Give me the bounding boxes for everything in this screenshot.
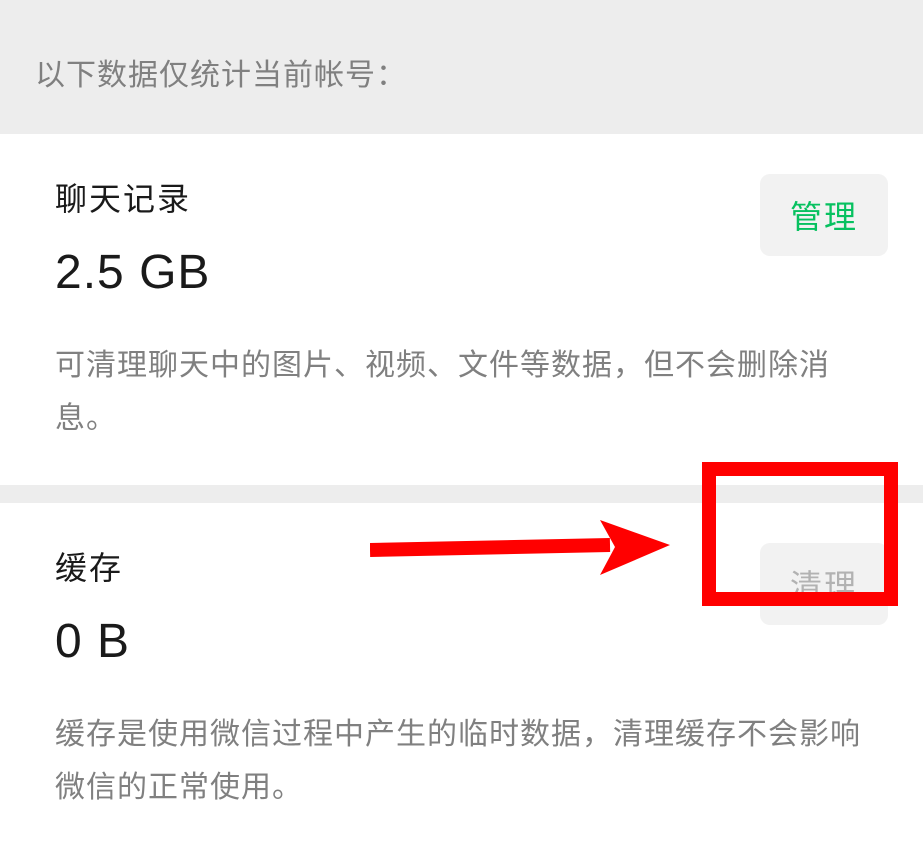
chat-history-left: 聊天记录 2.5 GB (55, 174, 210, 300)
clear-cache-button[interactable]: 清理 (760, 543, 888, 625)
account-note: 以下数据仅统计当前帐号： (35, 50, 888, 94)
header-section: 以下数据仅统计当前帐号： (0, 0, 923, 134)
cache-left: 缓存 0 B (55, 543, 130, 669)
manage-button[interactable]: 管理 (760, 174, 888, 256)
chat-history-card: 聊天记录 2.5 GB 管理 可清理聊天中的图片、视频、文件等数据，但不会删除消… (0, 134, 923, 485)
cache-top-row: 缓存 0 B 清理 (55, 543, 888, 669)
cache-card: 缓存 0 B 清理 缓存是使用微信过程中产生的临时数据，清理缓存不会影响微信的正… (0, 503, 923, 854)
cache-description: 缓存是使用微信过程中产生的临时数据，清理缓存不会影响微信的正常使用。 (55, 709, 888, 814)
cache-size: 0 B (55, 614, 130, 669)
chat-history-description: 可清理聊天中的图片、视频、文件等数据，但不会删除消息。 (55, 340, 888, 445)
cache-title: 缓存 (55, 543, 130, 589)
chat-history-size: 2.5 GB (55, 245, 210, 300)
chat-history-top-row: 聊天记录 2.5 GB 管理 (55, 174, 888, 300)
chat-history-title: 聊天记录 (55, 174, 210, 220)
